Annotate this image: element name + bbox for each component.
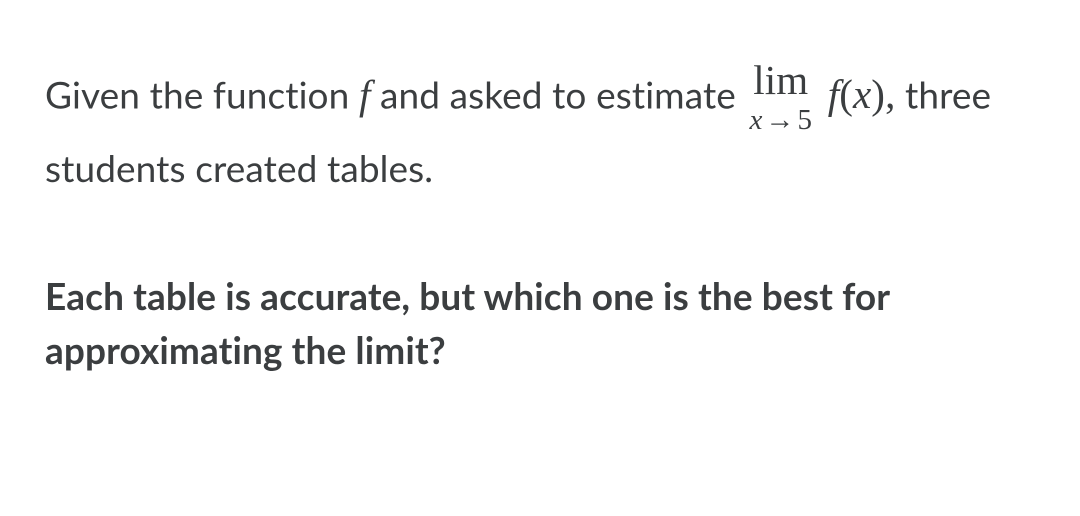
text-segment: and asked to estimate [370,71,745,116]
arrow-icon: → [762,104,797,136]
text-segment: Given the function [45,71,359,116]
question-text: Each table is accurate, but which one is… [45,273,889,372]
lim-operator: lim [749,60,812,101]
question-paragraph: Each table is accurate, but which one is… [45,269,1035,376]
comma: , [885,71,895,117]
limit-expression: lim x→5 [749,60,812,138]
problem-statement-paragraph: Given the function f and asked to estima… [45,60,1035,197]
math-fx: f(x) [828,71,885,117]
math-f: f [359,71,371,117]
lim-subscript: x→5 [749,103,812,138]
